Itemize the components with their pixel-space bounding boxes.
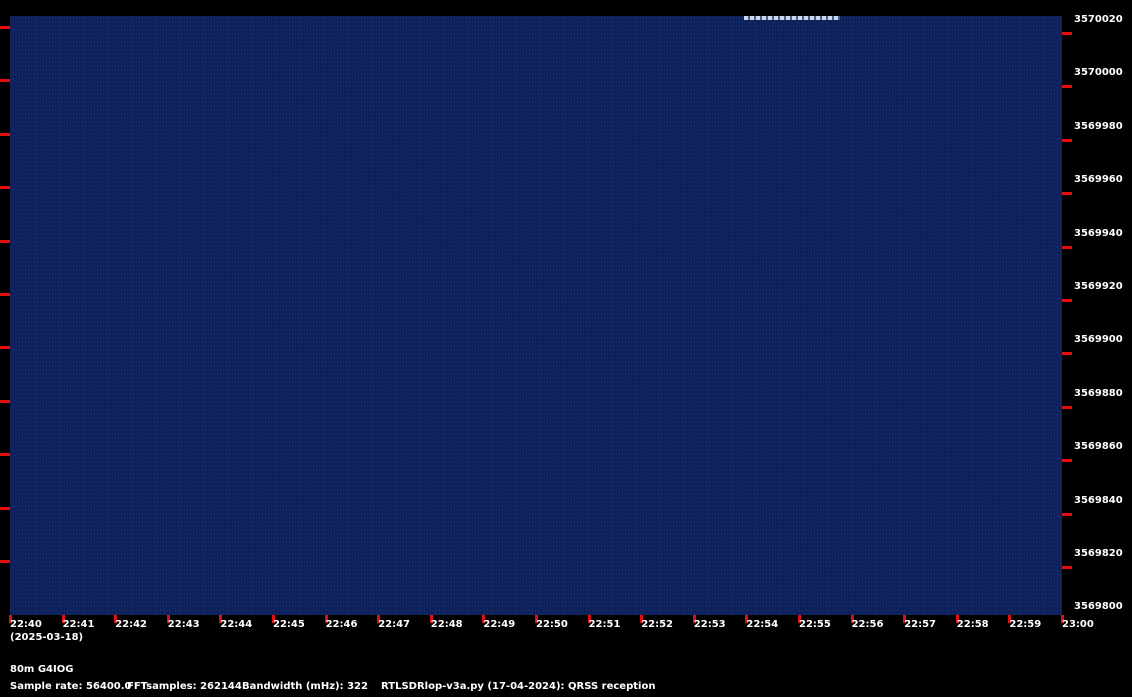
right-tick <box>1062 192 1072 196</box>
left-tick <box>0 26 10 29</box>
time-label: 22:41 <box>62 619 95 630</box>
left-tick <box>0 186 10 190</box>
time-label: 22:43 <box>167 619 200 630</box>
right-tick <box>1062 245 1072 249</box>
software-label: RTLSDRlop-v3a.py (17-04-2024): QRSS rece… <box>381 681 656 692</box>
station-label: 80m G4IOG <box>10 664 74 675</box>
time-label: 22:54 <box>746 619 779 630</box>
left-tick <box>0 399 10 403</box>
sample-rate-label: Sample rate: 56400.0 <box>10 681 132 692</box>
right-tick <box>1062 85 1072 89</box>
time-label: 22:47 <box>378 619 411 630</box>
waterfall-spectrogram <box>10 16 1062 615</box>
right-tick <box>1062 32 1072 35</box>
right-tick <box>1062 352 1072 356</box>
left-tick <box>0 506 10 510</box>
frequency-label: 3570000 <box>1074 67 1123 79</box>
signal-trace <box>744 16 840 20</box>
fft-samples-label: FFTsamples: 262144 <box>127 681 242 692</box>
frequency-label: 3569860 <box>1074 441 1123 453</box>
frequency-label: 3569840 <box>1074 494 1123 506</box>
left-tick <box>0 293 10 296</box>
left-tick <box>0 132 10 136</box>
time-label: 22:49 <box>483 619 516 630</box>
frequency-label: 3569900 <box>1074 334 1123 346</box>
time-label: 23:00 <box>1062 619 1094 630</box>
right-tick <box>1062 566 1072 569</box>
left-tick <box>0 453 10 457</box>
frequency-label: 3569940 <box>1074 227 1123 239</box>
left-tick <box>0 79 10 83</box>
frequency-label: 3569880 <box>1074 387 1123 399</box>
time-label: 22:44 <box>220 619 253 630</box>
left-tick <box>0 346 10 350</box>
left-tick <box>0 560 10 563</box>
right-tick <box>1062 405 1072 409</box>
time-label: 22:40 <box>10 619 42 630</box>
frequency-label: 3569960 <box>1074 174 1123 186</box>
date-label: (2025-03-18) <box>10 632 84 643</box>
frequency-label: 3569980 <box>1074 120 1123 132</box>
frequency-label: 3570020 <box>1074 14 1123 25</box>
time-label: 22:56 <box>851 619 884 630</box>
time-label: 22:57 <box>904 619 937 630</box>
time-label: 22:58 <box>956 619 989 630</box>
frequency-label: 3569800 <box>1074 601 1123 613</box>
time-label: 22:52 <box>641 619 674 630</box>
frequency-label: 3569920 <box>1074 281 1123 292</box>
bandwidth-label: Bandwidth (mHz): 322 <box>242 681 368 692</box>
time-label: 22:51 <box>588 619 621 630</box>
frequency-label: 3569820 <box>1074 548 1123 559</box>
right-tick <box>1062 459 1072 463</box>
time-label: 22:48 <box>430 619 463 630</box>
time-label: 22:55 <box>799 619 831 630</box>
time-label: 22:59 <box>1009 619 1042 630</box>
left-tick <box>0 239 10 243</box>
right-tick <box>1062 512 1072 516</box>
right-tick <box>1062 299 1072 302</box>
right-tick <box>1062 138 1072 142</box>
time-label: 22:45 <box>273 619 305 630</box>
time-label: 22:50 <box>536 619 568 630</box>
time-label: 22:53 <box>693 619 726 630</box>
time-label: 22:42 <box>115 619 148 630</box>
time-label: 22:46 <box>325 619 358 630</box>
